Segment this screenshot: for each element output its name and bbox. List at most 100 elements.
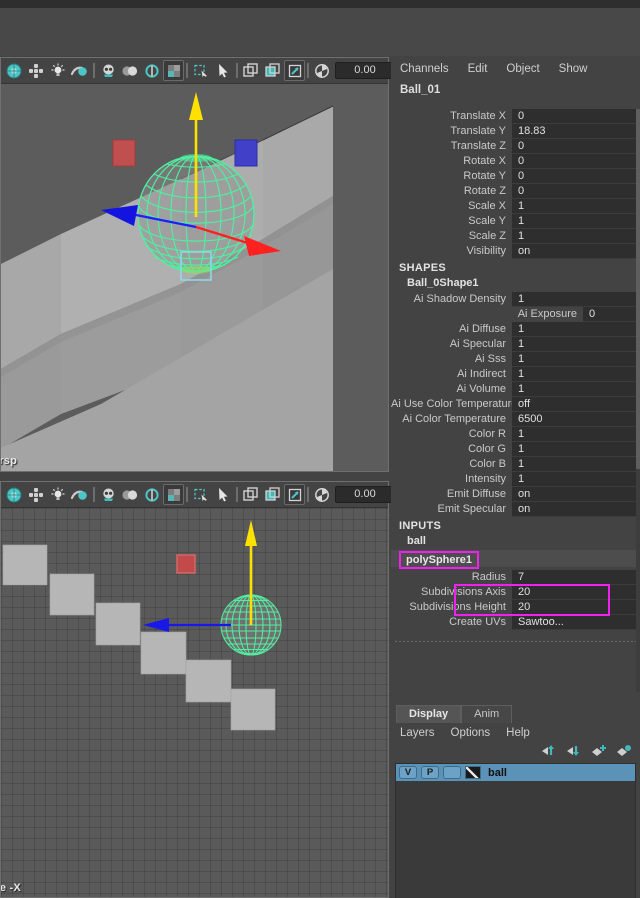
attr-value-field[interactable]: on bbox=[512, 502, 640, 517]
lighting-icon[interactable] bbox=[47, 484, 69, 506]
attr-row-radius[interactable]: Radius 7 bbox=[391, 570, 640, 585]
attr-value-field[interactable]: 20 bbox=[512, 585, 640, 600]
menu-object[interactable]: Object bbox=[506, 63, 539, 75]
input-node-polysphere1-highlighted[interactable]: polySphere1 bbox=[399, 551, 480, 569]
render-region-icon[interactable] bbox=[284, 60, 305, 81]
attr-row-emit-diffuse[interactable]: Emit Diffuse on bbox=[391, 487, 640, 502]
layer-shading-toggle[interactable] bbox=[443, 766, 461, 779]
attr-row-color-b[interactable]: Color B 1 bbox=[391, 457, 640, 472]
wireframe-shaded-icon[interactable] bbox=[141, 484, 163, 506]
two-sided-lighting-icon[interactable] bbox=[119, 60, 141, 82]
attr-row-subdivisions-height[interactable]: Subdivisions Height 20 bbox=[391, 600, 640, 615]
attr-value-field[interactable]: 1 bbox=[512, 472, 640, 487]
attr-row-ai-use-color-temperature[interactable]: Ai Use Color Temperature off bbox=[391, 397, 640, 412]
shape-node-name[interactable]: Ball_0Shape1 bbox=[391, 276, 640, 292]
menu-layers[interactable]: Layers bbox=[400, 727, 435, 739]
shape-attribute-list[interactable]: Ai Shadow Density 1 Ai Exposure 0 Ai Dif… bbox=[391, 292, 640, 517]
attr-value-field[interactable]: 1 bbox=[512, 322, 640, 337]
select-camera-icon[interactable] bbox=[3, 60, 25, 82]
side-viewport-toolbar[interactable]: 0.00 1.00 bbox=[1, 482, 501, 508]
textured-display-icon[interactable] bbox=[163, 484, 184, 505]
pointer-select-icon[interactable] bbox=[212, 484, 234, 506]
attr-row-translate-z[interactable]: Translate Z 0 bbox=[391, 139, 640, 154]
attr-value-field[interactable]: 0 bbox=[512, 139, 640, 154]
new-layer-icon[interactable] bbox=[591, 743, 607, 757]
attr-value-field[interactable]: 1 bbox=[512, 214, 640, 229]
xray-skull-icon[interactable] bbox=[97, 484, 119, 506]
panel-tear-off-icon[interactable] bbox=[262, 484, 284, 506]
attr-row-ai-indirect[interactable]: Ai Indirect 1 bbox=[391, 367, 640, 382]
attr-value-field[interactable]: 0 bbox=[583, 307, 640, 322]
move-layer-up-icon[interactable] bbox=[541, 743, 557, 757]
attr-row-ai-sss[interactable]: Ai Sss 1 bbox=[391, 352, 640, 367]
attr-value-field[interactable]: 1 bbox=[512, 382, 640, 397]
panel-copy-icon[interactable] bbox=[240, 60, 262, 82]
menu-options[interactable]: Options bbox=[451, 727, 491, 739]
attr-value-field[interactable]: 0 bbox=[512, 184, 640, 199]
tab-anim[interactable]: Anim bbox=[461, 705, 513, 723]
layer-playback-toggle[interactable]: P bbox=[421, 766, 439, 779]
layer-color-swatch[interactable] bbox=[465, 766, 481, 779]
persp-viewport-canvas[interactable]: ersp bbox=[1, 84, 388, 471]
menu-channels[interactable]: Channels bbox=[400, 63, 449, 75]
attr-row-scale-z[interactable]: Scale Z 1 bbox=[391, 229, 640, 244]
persp-viewport-toolbar[interactable]: 0.00 1.00 bbox=[1, 58, 501, 84]
layer-row-ball[interactable]: V P ball bbox=[396, 764, 635, 781]
attr-row-ai-diffuse[interactable]: Ai Diffuse 1 bbox=[391, 322, 640, 337]
xray-skull-icon[interactable] bbox=[97, 60, 119, 82]
channel-box-scroll-area[interactable]: Translate X 0 Translate Y 18.83 Translat… bbox=[391, 109, 640, 692]
attr-row-rotate-y[interactable]: Rotate Y 0 bbox=[391, 169, 640, 184]
attr-row-scale-x[interactable]: Scale X 1 bbox=[391, 199, 640, 214]
attr-value-field[interactable]: 1 bbox=[512, 457, 640, 472]
grid-toggle-icon[interactable] bbox=[25, 484, 47, 506]
input-node-row[interactable]: polySphere1 bbox=[391, 550, 640, 569]
attr-value-field[interactable]: Sawtoo... bbox=[512, 615, 640, 630]
attr-row-rotate-x[interactable]: Rotate X 0 bbox=[391, 154, 640, 169]
attr-row-color-r[interactable]: Color R 1 bbox=[391, 427, 640, 442]
channel-box-scroll-thumb[interactable] bbox=[636, 109, 640, 469]
attr-value-field[interactable]: 7 bbox=[512, 570, 640, 585]
isolate-select-icon[interactable] bbox=[190, 484, 212, 506]
attr-value-field[interactable]: 1 bbox=[512, 427, 640, 442]
attr-row-scale-y[interactable]: Scale Y 1 bbox=[391, 214, 640, 229]
shading-sphere-icon[interactable] bbox=[69, 484, 91, 506]
channel-box-menubar[interactable]: Channels Edit Object Show bbox=[391, 57, 640, 81]
tab-display[interactable]: Display bbox=[396, 705, 462, 723]
transform-attribute-list[interactable]: Translate X 0 Translate Y 18.83 Translat… bbox=[391, 109, 640, 259]
attr-value-field[interactable]: 1 bbox=[512, 229, 640, 244]
attr-row-create-uvs[interactable]: Create UVs Sawtoo... bbox=[391, 615, 640, 630]
attr-row-ai-exposure[interactable]: Ai Exposure 0 bbox=[391, 307, 640, 322]
attr-value-field[interactable]: 1 bbox=[512, 352, 640, 367]
menu-show[interactable]: Show bbox=[559, 63, 588, 75]
panel-resize-handle[interactable] bbox=[395, 641, 636, 642]
exposure-icon[interactable] bbox=[311, 60, 333, 82]
layer-editor-menubar[interactable]: Layers Options Help bbox=[391, 723, 640, 742]
attr-value-field[interactable]: 0 bbox=[512, 154, 640, 169]
new-layer-from-selected-icon[interactable] bbox=[616, 743, 632, 757]
attr-value-field[interactable]: 1 bbox=[512, 292, 640, 307]
shading-sphere-icon[interactable] bbox=[69, 60, 91, 82]
attr-row-ai-specular[interactable]: Ai Specular 1 bbox=[391, 337, 640, 352]
isolate-select-icon[interactable] bbox=[190, 60, 212, 82]
input-attribute-list[interactable]: Radius 7 Subdivisions Axis 20 Subdivisio… bbox=[391, 570, 640, 630]
layer-name[interactable]: ball bbox=[485, 767, 507, 779]
render-region-icon[interactable] bbox=[284, 484, 305, 505]
grid-toggle-icon[interactable] bbox=[25, 60, 47, 82]
attr-row-rotate-z[interactable]: Rotate Z 0 bbox=[391, 184, 640, 199]
attr-value-field[interactable]: off bbox=[512, 397, 640, 412]
attr-row-color-g[interactable]: Color G 1 bbox=[391, 442, 640, 457]
menu-edit[interactable]: Edit bbox=[468, 63, 488, 75]
attr-value-field[interactable]: 1 bbox=[512, 442, 640, 457]
exposure-value-field[interactable]: 0.00 bbox=[335, 62, 395, 79]
attr-row-ai-shadow-density[interactable]: Ai Shadow Density 1 bbox=[391, 292, 640, 307]
layer-visibility-toggle[interactable]: V bbox=[399, 766, 417, 779]
side-viewport-canvas[interactable]: de -X bbox=[1, 508, 388, 897]
menu-help[interactable]: Help bbox=[506, 727, 530, 739]
side-viewport-panel[interactable]: 0.00 1.00 bbox=[0, 481, 501, 898]
layer-list[interactable]: V P ball bbox=[395, 763, 636, 898]
attr-value-field[interactable]: 1 bbox=[512, 337, 640, 352]
attr-value-field[interactable]: 1 bbox=[512, 199, 640, 214]
select-camera-icon[interactable] bbox=[3, 484, 25, 506]
attr-value-field[interactable]: on bbox=[512, 487, 640, 502]
attr-row-translate-y[interactable]: Translate Y 18.83 bbox=[391, 124, 640, 139]
